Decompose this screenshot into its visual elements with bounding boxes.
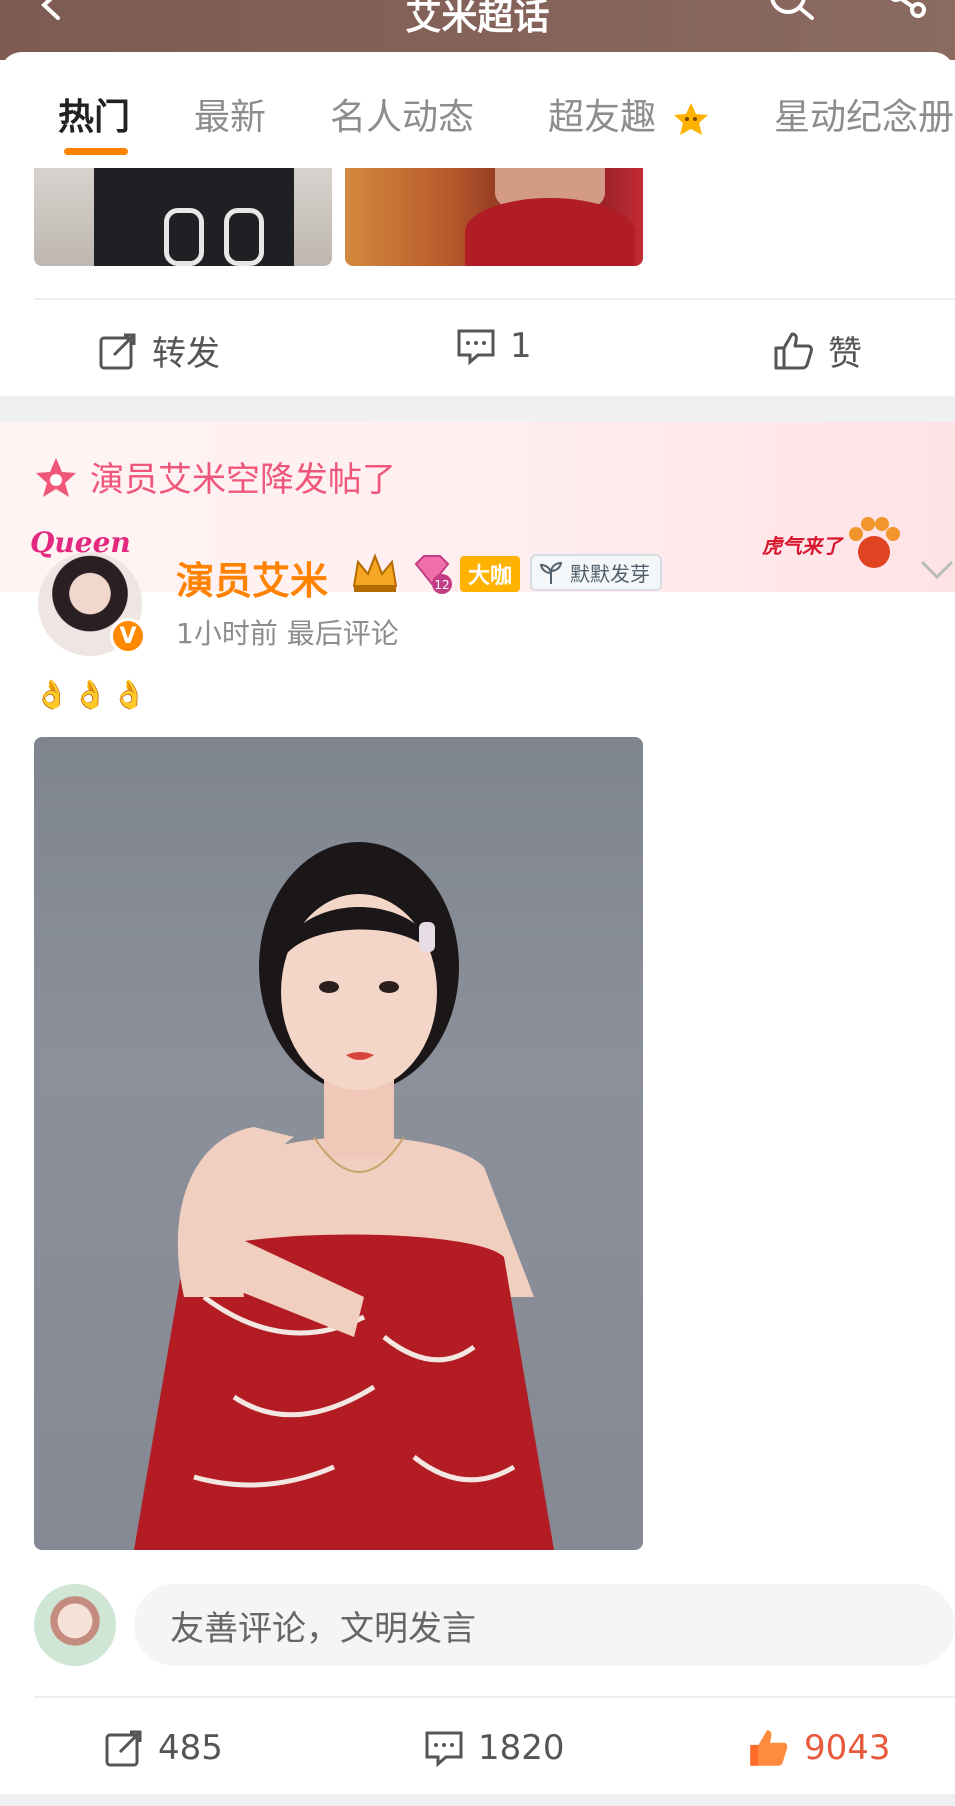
post-meta: 1小时前 最后评论 <box>176 617 399 650</box>
jersey-digit-shape <box>164 208 204 266</box>
thumbs-up-icon <box>774 332 813 369</box>
star-icon <box>674 103 709 135</box>
repost-button[interactable]: 485 <box>104 1728 223 1768</box>
vip-badge: 大咖 <box>460 556 521 592</box>
post-image[interactable] <box>34 737 643 1550</box>
comment-icon <box>457 329 495 366</box>
like-count: 9043 <box>804 1728 891 1768</box>
gem-badge: 12 <box>410 552 454 600</box>
tiger-sticker-text: 虎气来了 <box>762 534 842 558</box>
section-separator <box>0 396 955 422</box>
chevron-down-icon[interactable] <box>920 560 954 580</box>
like-label: 赞 <box>828 334 862 374</box>
repost-icon <box>99 333 136 369</box>
tab-super-fun[interactable]: 超友趣 <box>548 88 709 140</box>
top-bar: 艾米超话 <box>0 0 955 60</box>
verified-badge: V <box>110 618 146 654</box>
comment-button[interactable]: 1 <box>456 326 532 366</box>
tab-latest[interactable]: 最新 <box>194 88 266 140</box>
prev-post-image-2[interactable] <box>345 168 643 266</box>
comment-count: 1 <box>510 326 532 366</box>
divider <box>34 1696 955 1698</box>
thumbs-up-icon <box>750 1730 788 1766</box>
promo-text: 演员艾米空降发帖了 <box>90 460 396 500</box>
post-content-emoji: 👌👌👌 <box>34 678 151 711</box>
gem-icon: 12 <box>414 555 452 594</box>
star-badge-icon <box>36 458 76 497</box>
portrait-illustration <box>134 842 554 1550</box>
sprout-badge: 默默发芽 <box>530 554 662 591</box>
paw-icon <box>849 517 900 568</box>
search-icon[interactable] <box>768 0 818 26</box>
section-separator <box>0 1794 955 1806</box>
comment-icon <box>425 1731 463 1768</box>
like-button[interactable]: 9043 <box>746 1726 891 1770</box>
prev-post-image-1[interactable] <box>34 168 332 266</box>
tab-memorial[interactable]: 星动纪念册 <box>774 88 954 140</box>
repost-count: 485 <box>158 1728 223 1768</box>
tab-super-fun-label: 超友趣 <box>548 97 657 138</box>
author-name[interactable]: 演员艾米 <box>176 550 328 605</box>
tab-hot[interactable]: 热门 <box>58 88 130 140</box>
comment-count: 1820 <box>478 1728 565 1768</box>
repost-label: 转发 <box>152 334 220 374</box>
tab-celebrity-news[interactable]: 名人动态 <box>330 88 474 140</box>
gem-level-text: 12 <box>434 578 449 592</box>
jersey-digit-shape <box>224 208 264 266</box>
tiger-sticker: 虎气来了 <box>762 514 902 574</box>
like-button[interactable]: 赞 <box>772 326 862 375</box>
repost-icon <box>105 1730 142 1767</box>
divider <box>34 298 955 300</box>
tab-bar: 热门 最新 名人动态 超友趣 星动纪念册 <box>0 52 955 167</box>
active-tab-indicator <box>64 148 128 155</box>
avatar-frame-text: Queen <box>30 526 131 559</box>
crown-badge-icon <box>352 553 398 592</box>
comment-button[interactable]: 1820 <box>424 1728 565 1768</box>
share-icon[interactable] <box>880 0 930 24</box>
sprout-icon <box>539 561 563 584</box>
my-avatar[interactable] <box>34 1584 116 1666</box>
comment-input[interactable]: 友善评论，文明发言 <box>134 1584 955 1666</box>
repost-button[interactable]: 转发 <box>98 326 220 375</box>
portrait-dress-shape <box>465 198 635 266</box>
sprout-badge-label: 默默发芽 <box>570 562 650 586</box>
